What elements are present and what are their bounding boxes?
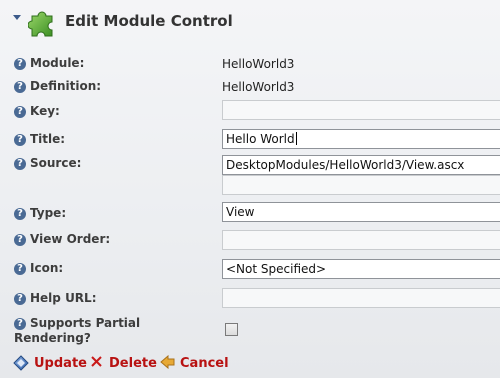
puzzle-icon [28,11,53,37]
help-icon[interactable]: ? [14,58,26,70]
module-label: Module: [30,56,85,70]
header: Edit Module Control [0,0,500,44]
help-url-input[interactable] [222,288,500,308]
help-icon[interactable]: ? [14,208,26,220]
text-caret [295,132,297,145]
source-label: Source: [30,156,82,170]
help-icon[interactable]: ? [14,263,26,275]
title-label: Title: [30,132,66,146]
help-icon[interactable]: ? [14,81,26,93]
key-label: Key: [30,104,60,118]
collapse-arrow-icon[interactable] [12,14,22,22]
title-input-value: Hello World [226,132,295,146]
back-arrow-icon [160,355,175,369]
source-file-input[interactable] [222,175,500,195]
cancel-button[interactable]: Cancel [160,353,229,373]
delete-icon [91,356,102,367]
title-input[interactable]: Hello World [222,129,500,149]
help-icon[interactable]: ? [14,234,26,246]
view-order-label: View Order: [30,232,111,246]
icon-select[interactable]: <Not Specified> [222,259,500,279]
help-icon[interactable]: ? [14,293,26,305]
help-icon[interactable]: ? [14,158,26,170]
update-button[interactable]: Update [12,353,87,373]
view-order-input[interactable] [222,230,500,250]
supports-partial-label: Supports Partial [30,316,141,330]
definition-label: Definition: [30,79,102,93]
delete-label: Delete [109,356,157,371]
supports-partial-checkbox[interactable] [225,323,238,336]
source-input[interactable]: DesktopModules/HelloWorld3/View.ascx [222,155,500,175]
type-label: Type: [30,206,67,220]
page-title: Edit Module Control [65,12,233,30]
type-select[interactable]: View [222,202,500,222]
supports-partial-label-line2: Rendering? [14,331,91,345]
delete-button[interactable]: Delete [90,353,157,373]
help-icon[interactable]: ? [14,134,26,146]
cancel-label: Cancel [180,356,229,371]
key-input[interactable] [222,100,500,120]
update-icon [13,355,29,371]
module-value: HelloWorld3 [222,57,295,71]
icon-label: Icon: [30,261,64,275]
help-icon[interactable]: ? [14,106,26,118]
help-url-label: Help URL: [30,291,97,305]
update-label: Update [34,356,87,371]
definition-value: HelloWorld3 [222,80,295,94]
help-icon[interactable]: ? [14,318,26,330]
